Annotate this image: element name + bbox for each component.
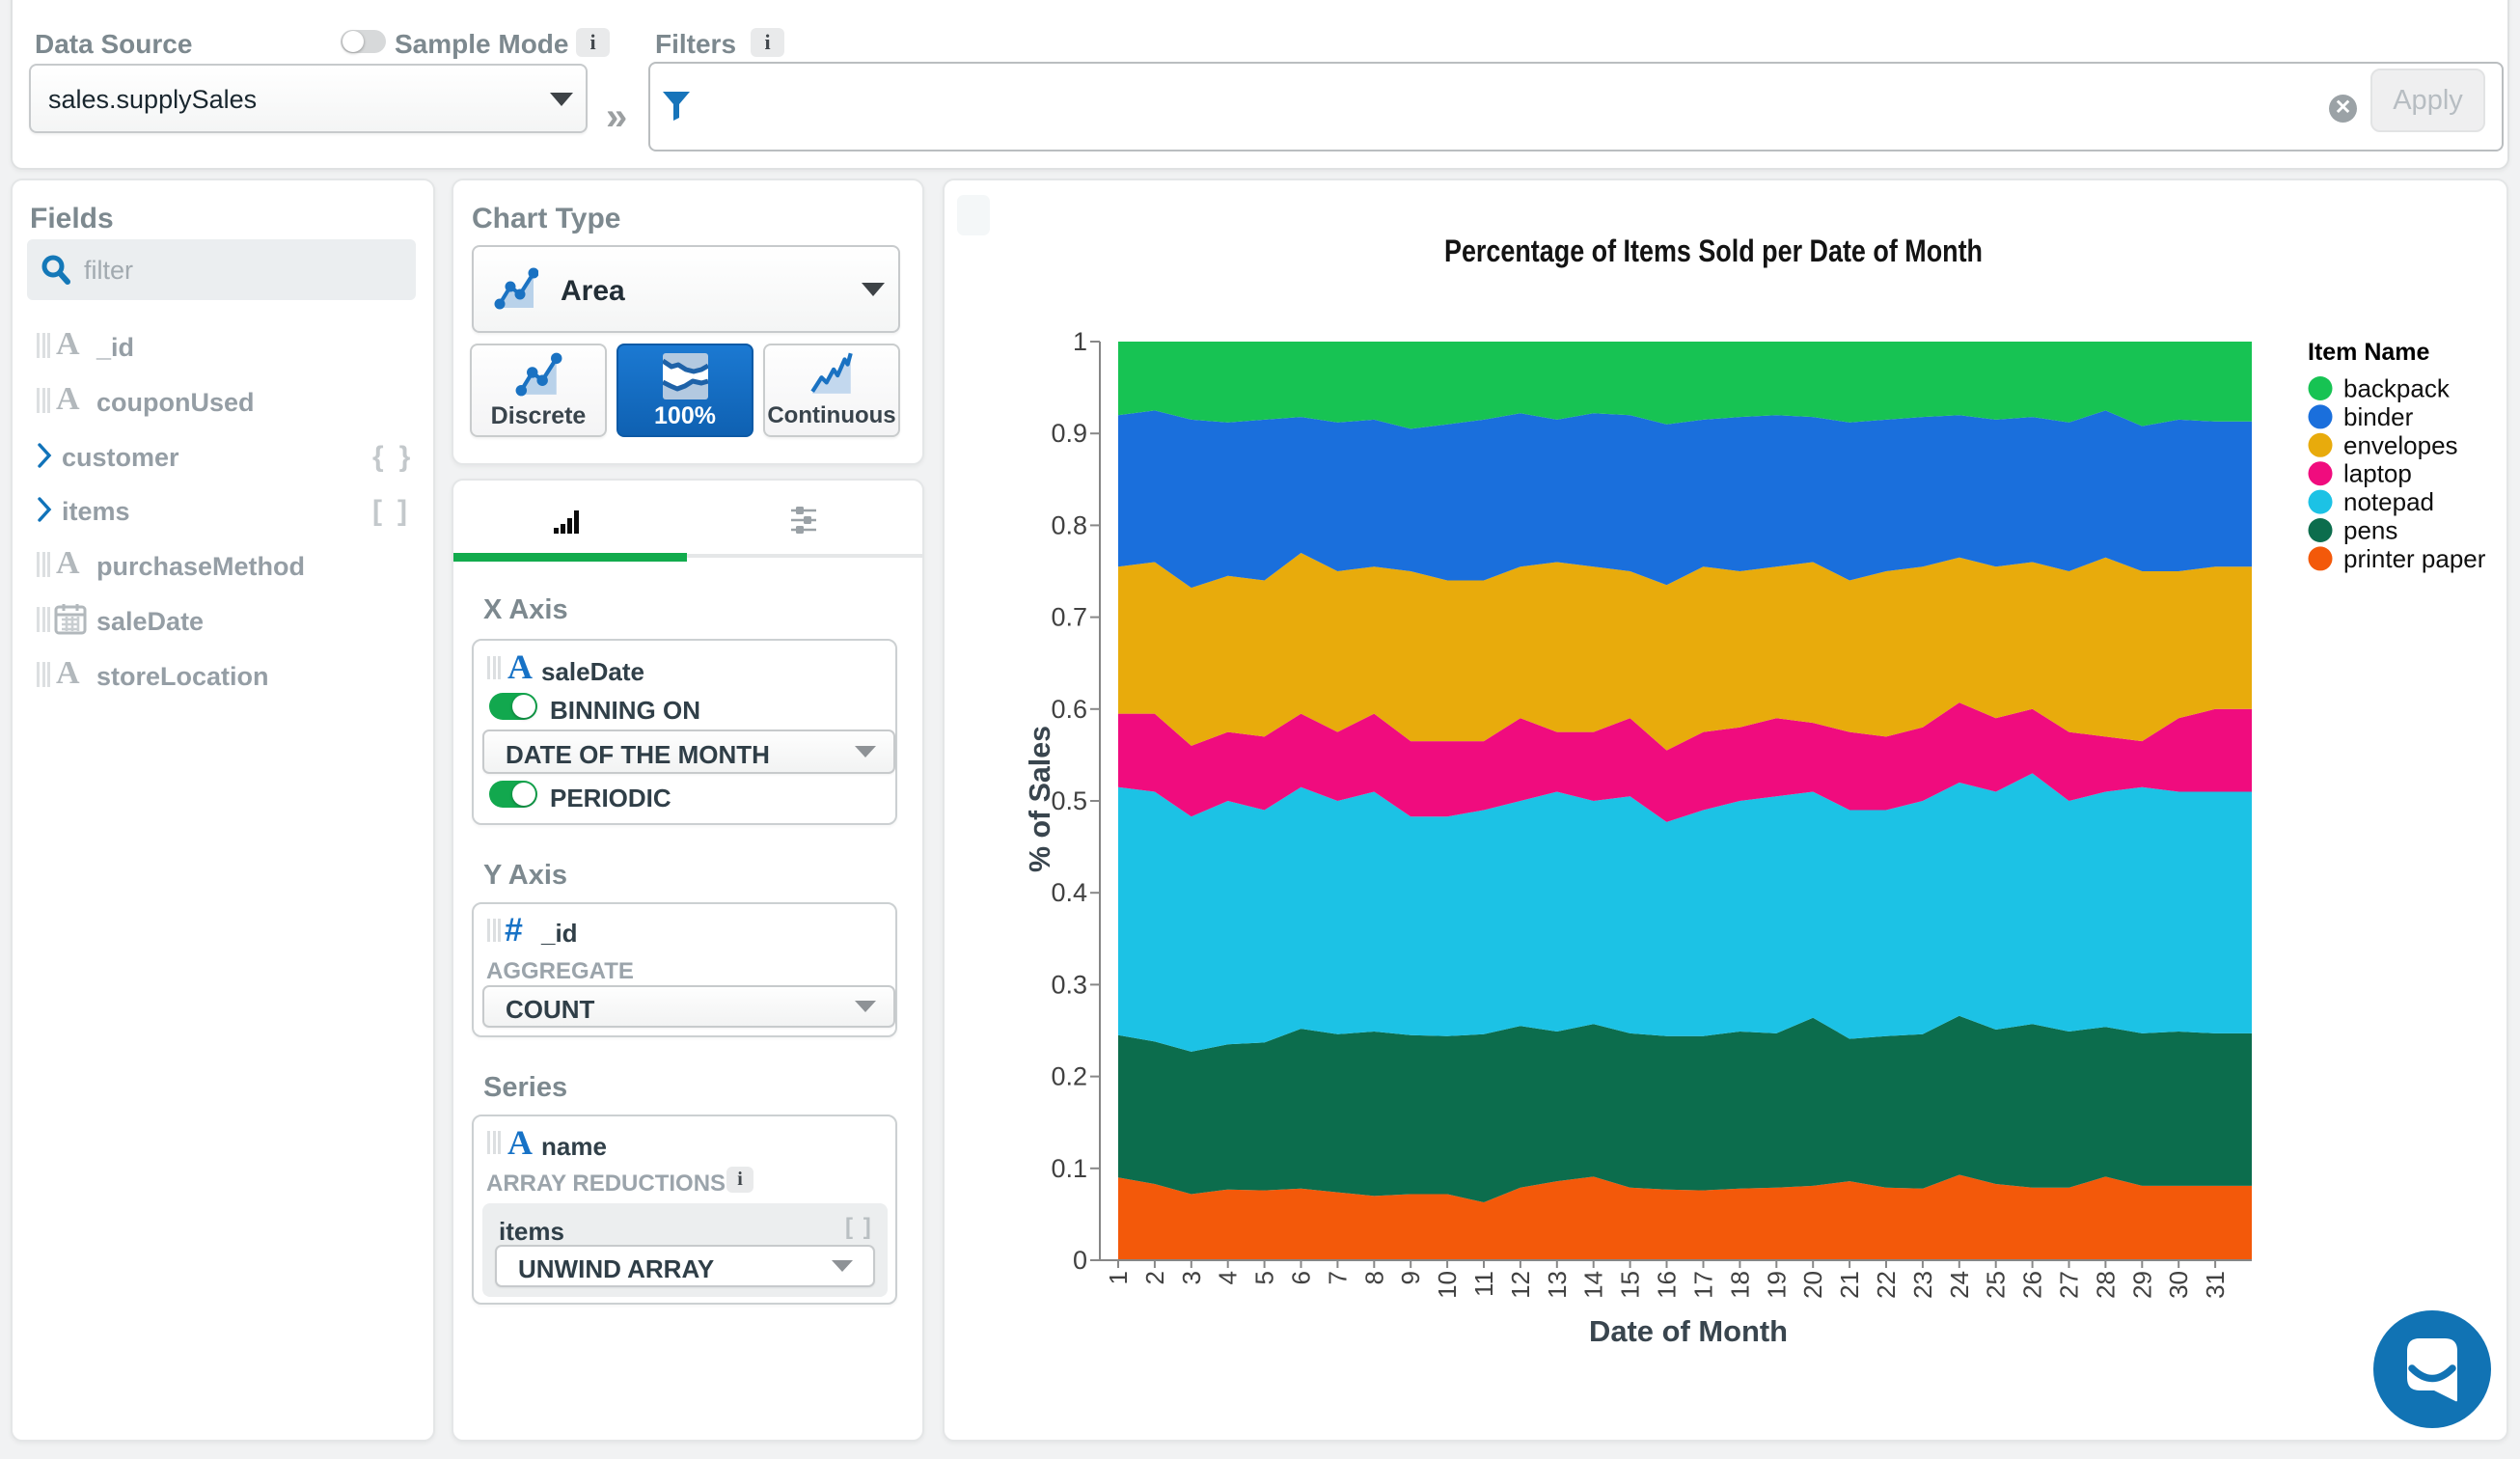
svg-text:9: 9 xyxy=(1396,1271,1425,1284)
svg-text:15: 15 xyxy=(1616,1271,1645,1299)
svg-text:0.4: 0.4 xyxy=(1051,878,1087,907)
svg-text:19: 19 xyxy=(1762,1271,1791,1299)
svg-text:25: 25 xyxy=(1982,1271,2011,1299)
svg-text:21: 21 xyxy=(1835,1271,1864,1299)
svg-text:% of Sales: % of Sales xyxy=(1023,726,1056,872)
svg-text:5: 5 xyxy=(1250,1271,1279,1284)
svg-text:27: 27 xyxy=(2055,1271,2084,1299)
svg-text:29: 29 xyxy=(2127,1271,2156,1299)
svg-text:7: 7 xyxy=(1323,1271,1352,1284)
svg-text:23: 23 xyxy=(1908,1271,1937,1299)
svg-text:4: 4 xyxy=(1214,1271,1243,1284)
svg-text:16: 16 xyxy=(1653,1271,1682,1299)
svg-text:0.2: 0.2 xyxy=(1051,1062,1087,1091)
svg-text:0.8: 0.8 xyxy=(1051,510,1087,539)
svg-text:Percentage of Items Sold per D: Percentage of Items Sold per Date of Mon… xyxy=(1444,234,1983,268)
svg-text:0.7: 0.7 xyxy=(1051,603,1087,632)
svg-text:0.3: 0.3 xyxy=(1051,970,1087,999)
svg-text:20: 20 xyxy=(1798,1271,1827,1299)
svg-text:envelopes: envelopes xyxy=(2343,430,2458,459)
svg-text:17: 17 xyxy=(1689,1271,1718,1299)
svg-text:1: 1 xyxy=(1073,327,1087,356)
svg-text:8: 8 xyxy=(1359,1271,1388,1284)
svg-text:22: 22 xyxy=(1872,1271,1901,1299)
svg-text:10: 10 xyxy=(1433,1271,1462,1299)
svg-text:30: 30 xyxy=(2164,1271,2193,1299)
svg-text:26: 26 xyxy=(2018,1271,2047,1299)
svg-text:14: 14 xyxy=(1579,1271,1608,1299)
svg-text:0.1: 0.1 xyxy=(1051,1154,1087,1183)
svg-text:0.6: 0.6 xyxy=(1051,695,1087,724)
svg-text:backpack: backpack xyxy=(2343,374,2451,403)
svg-text:Item Name: Item Name xyxy=(2308,339,2430,366)
svg-text:laptop: laptop xyxy=(2343,459,2412,488)
svg-text:printer paper: printer paper xyxy=(2343,544,2486,573)
svg-text:12: 12 xyxy=(1506,1271,1535,1299)
svg-text:24: 24 xyxy=(1945,1271,1974,1299)
svg-text:pens: pens xyxy=(2343,516,2397,545)
svg-text:notepad: notepad xyxy=(2343,487,2434,516)
svg-text:3: 3 xyxy=(1177,1271,1206,1284)
svg-text:28: 28 xyxy=(2091,1271,2120,1299)
svg-text:Date of Month: Date of Month xyxy=(1589,1314,1788,1348)
svg-text:6: 6 xyxy=(1287,1271,1316,1284)
svg-text:1: 1 xyxy=(1104,1271,1133,1284)
svg-text:2: 2 xyxy=(1140,1271,1169,1284)
svg-text:31: 31 xyxy=(2201,1271,2230,1299)
svg-text:11: 11 xyxy=(1469,1271,1498,1297)
svg-text:0.9: 0.9 xyxy=(1051,419,1087,448)
svg-text:0: 0 xyxy=(1073,1246,1087,1275)
svg-text:18: 18 xyxy=(1725,1271,1754,1299)
svg-text:0.5: 0.5 xyxy=(1051,786,1087,815)
svg-text:13: 13 xyxy=(1543,1271,1572,1299)
svg-text:binder: binder xyxy=(2343,402,2414,431)
